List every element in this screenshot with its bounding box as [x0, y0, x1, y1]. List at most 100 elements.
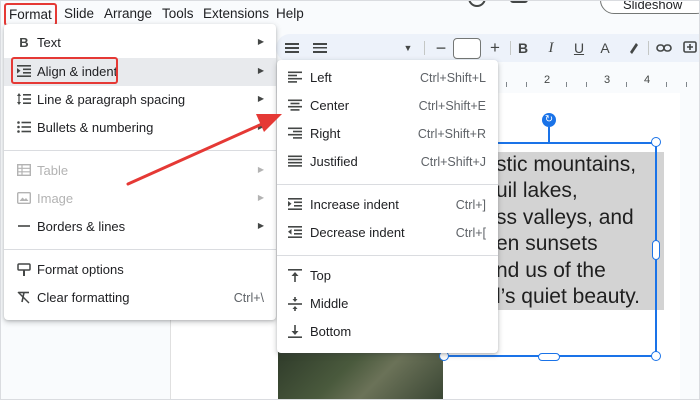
submenu-item-shortcut: Ctrl+Shift+L: [419, 71, 486, 85]
dropdown-icon[interactable]: ▼: [402, 39, 414, 57]
submenu-item-shortcut: Ctrl+[: [455, 226, 486, 240]
decrease-indent-icon: [287, 226, 303, 240]
submenu-item-label: Top: [310, 268, 331, 283]
align-right-icon: [287, 127, 303, 141]
submenu-item-increase-indent[interactable]: Increase indent Ctrl+]: [277, 191, 498, 219]
menu-item-label: Image: [37, 191, 74, 206]
menu-item-table: Table ▶: [4, 157, 276, 185]
video-call-icon[interactable]: [560, 0, 582, 10]
menu-item-borders-lines[interactable]: Borders & lines ▶: [4, 213, 276, 241]
menu-tools[interactable]: Tools: [162, 6, 194, 21]
valign-top-icon: [287, 269, 303, 283]
submenu-item-label: Bottom: [310, 324, 352, 339]
menu-help[interactable]: Help: [276, 6, 304, 21]
menu-item-text[interactable]: B Text ▶: [4, 29, 276, 57]
menu-divider: [4, 249, 276, 250]
slide-image[interactable]: [278, 352, 443, 400]
rotate-handle-stem: [548, 127, 550, 142]
menu-item-bullets[interactable]: Bullets & numbering ▶: [4, 114, 276, 142]
submenu-item-decrease-indent[interactable]: Decrease indent Ctrl+[: [277, 219, 498, 247]
rotate-handle-icon[interactable]: ↻: [542, 113, 556, 127]
menu-item-image: Image ▶: [4, 185, 276, 213]
comment-icon[interactable]: [682, 39, 698, 57]
submenu-item-center[interactable]: Center Ctrl+Shift+E: [277, 92, 498, 120]
submenu-arrow-icon: ▶: [257, 193, 264, 202]
submenu-item-label: Left: [310, 70, 332, 85]
resize-handle[interactable]: [652, 240, 660, 260]
submenu-item-label: Middle: [310, 296, 349, 311]
align-justify-icon: [287, 155, 303, 169]
toolbar-divider: [648, 41, 649, 55]
format-options-icon: [16, 263, 32, 277]
submenu-arrow-icon: ▶: [257, 165, 264, 174]
menu-item-line-spacing[interactable]: Line & paragraph spacing ▶: [4, 86, 276, 114]
decrease-font-icon[interactable]: −: [434, 38, 448, 58]
menu-slide[interactable]: Slide: [64, 6, 94, 21]
resize-handle[interactable]: [538, 353, 560, 361]
menu-item-label: Format options: [37, 262, 124, 277]
submenu-arrow-icon: ▶: [257, 94, 264, 103]
menu-item-label: Clear formatting: [37, 290, 130, 305]
underline-icon[interactable]: U: [572, 39, 586, 57]
annotation-highlight-box: [11, 57, 118, 84]
submenu-arrow-icon: ▶: [257, 66, 264, 75]
menu-item-label: Text: [37, 35, 61, 50]
menu-item-label: Bullets & numbering: [37, 120, 154, 135]
highlight-icon[interactable]: [626, 39, 640, 57]
submenu-item-label: Increase indent: [310, 197, 399, 212]
valign-bottom-icon: [287, 325, 303, 339]
submenu-item-right[interactable]: Right Ctrl+Shift+R: [277, 120, 498, 148]
menu-arrange[interactable]: Arrange: [104, 6, 152, 21]
submenu-item-bottom[interactable]: Bottom: [277, 318, 498, 346]
resize-handle[interactable]: [651, 137, 661, 147]
italic-icon[interactable]: I: [544, 39, 558, 57]
increase-font-icon[interactable]: +: [488, 38, 502, 57]
submenu-item-left[interactable]: Left Ctrl+Shift+L: [277, 64, 498, 92]
text-color-icon[interactable]: A: [598, 39, 612, 57]
submenu-divider: [277, 255, 498, 256]
ruler-mark: 2: [544, 74, 551, 86]
submenu-item-shortcut: Ctrl+Shift+J: [420, 155, 486, 169]
resize-handle[interactable]: [651, 351, 661, 361]
history-icon[interactable]: [466, 0, 488, 10]
menu-format[interactable]: Format: [4, 3, 57, 26]
comments-icon[interactable]: [508, 0, 530, 10]
borders-icon: [16, 220, 32, 234]
submenu-item-justified[interactable]: Justified Ctrl+Shift+J: [277, 148, 498, 176]
menu-extensions[interactable]: Extensions: [203, 6, 269, 21]
menu-item-label: Borders & lines: [37, 219, 126, 234]
slideshow-button[interactable]: Slideshow: [600, 0, 700, 14]
menu-item-format-options[interactable]: Format options: [4, 256, 276, 284]
align-left-icon: [287, 71, 303, 85]
submenu-item-label: Right: [310, 126, 341, 141]
table-icon: [16, 163, 32, 178]
submenu-item-shortcut: Ctrl+Shift+E: [418, 99, 486, 113]
bold-icon[interactable]: B: [516, 39, 530, 57]
submenu-item-label: Justified: [310, 154, 358, 169]
toolbar-divider: [510, 41, 511, 55]
menu-item-shortcut: Ctrl+\: [233, 291, 264, 305]
font-size-input[interactable]: [453, 38, 481, 59]
submenu-arrow-icon: ▶: [257, 122, 264, 131]
ruler-mark: 4: [644, 74, 651, 86]
image-icon: [16, 191, 32, 206]
submenu-item-shortcut: Ctrl+Shift+R: [417, 127, 486, 141]
align-indent-submenu: Left Ctrl+Shift+L Center Ctrl+Shift+E Ri…: [277, 60, 498, 353]
menubar: Format Slide Arrange Tools Extensions He…: [0, 0, 700, 26]
submenu-item-middle[interactable]: Middle: [277, 290, 498, 318]
submenu-item-label: Decrease indent: [310, 225, 405, 240]
submenu-arrow-icon: ▶: [257, 37, 264, 46]
submenu-item-shortcut: Ctrl+]: [455, 198, 486, 212]
link-icon[interactable]: [656, 39, 672, 57]
submenu-item-top[interactable]: Top: [277, 262, 498, 290]
menu-item-clear-formatting[interactable]: Clear formatting Ctrl+\: [4, 284, 276, 312]
menu-item-label: Line & paragraph spacing: [37, 92, 186, 107]
bold-icon: B: [19, 35, 29, 50]
line-spacing-icon[interactable]: [312, 39, 328, 57]
toolbar-divider: [424, 41, 425, 55]
increase-indent-icon: [287, 198, 303, 212]
align-icon[interactable]: [284, 39, 300, 57]
ruler-mark: 3: [604, 74, 611, 86]
valign-middle-icon: [287, 297, 303, 311]
submenu-item-label: Center: [310, 98, 350, 113]
